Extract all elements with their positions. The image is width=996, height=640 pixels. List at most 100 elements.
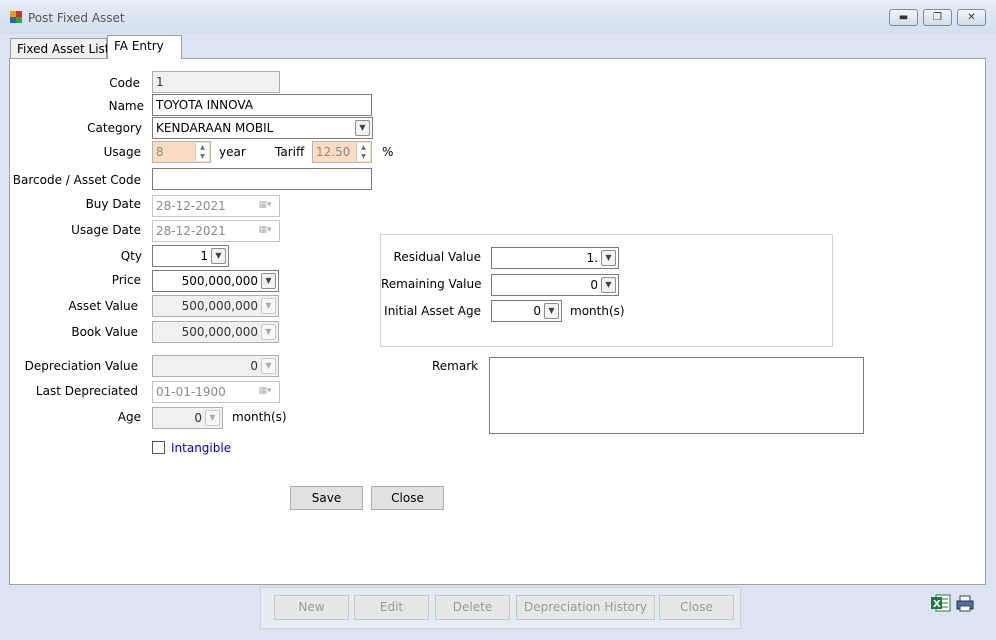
buy-date-label: Buy Date bbox=[85, 197, 141, 211]
name-value: TOYOTA INNOVA bbox=[156, 98, 254, 112]
tariff-label: Tariff bbox=[275, 145, 305, 159]
initial-asset-age-value: 0 bbox=[533, 304, 541, 318]
category-value: KENDARAAN MOBIL bbox=[156, 121, 274, 135]
remaining-value-field[interactable]: 0 ▼ bbox=[491, 274, 619, 296]
spinner-arrows-icon[interactable]: ▲ ▼ bbox=[195, 143, 209, 161]
price-value: 500,000,000 bbox=[181, 274, 258, 288]
chevron-down-icon: ▼ bbox=[261, 298, 276, 314]
asset-value-label: Asset Value bbox=[68, 299, 138, 313]
svg-text:X: X bbox=[933, 599, 941, 610]
chevron-down-icon: ▼ bbox=[205, 410, 220, 426]
initial-asset-age-field[interactable]: 0 ▼ bbox=[491, 300, 562, 322]
last-depreciated-value: 01-01-1900 bbox=[156, 385, 226, 399]
remaining-value-label: Remaining Value bbox=[381, 277, 482, 291]
chevron-down-icon[interactable]: ▼ bbox=[261, 273, 276, 289]
tariff-value: 12.50 bbox=[316, 145, 351, 159]
last-depreciated-picker: 01-01-1900 ▦▾ bbox=[152, 381, 280, 403]
qty-field[interactable]: 1 ▼ bbox=[152, 245, 229, 267]
depreciation-value-label: Depreciation Value bbox=[24, 359, 138, 373]
buy-date-picker[interactable]: 28-12-2021 ▦▾ bbox=[152, 195, 280, 217]
chevron-down-icon[interactable]: ▼ bbox=[601, 250, 616, 266]
calendar-icon: ▦▾ bbox=[258, 225, 272, 235]
qty-value: 1 bbox=[200, 249, 208, 263]
close-icon: ✕ bbox=[967, 12, 976, 23]
window-title: Post Fixed Asset bbox=[28, 11, 125, 25]
minimize-button[interactable]: ▬ bbox=[889, 9, 918, 26]
book-value-label: Book Value bbox=[71, 325, 138, 339]
initial-asset-age-unit: month(s) bbox=[570, 304, 625, 318]
intangible-checkbox[interactable] bbox=[152, 441, 165, 454]
usage-date-value: 28-12-2021 bbox=[156, 224, 226, 238]
depreciation-history-label: Depreciation History bbox=[523, 600, 648, 614]
usage-date-picker[interactable]: 28-12-2021 ▦▾ bbox=[152, 220, 280, 242]
chevron-down-icon[interactable]: ▼ bbox=[601, 277, 616, 293]
usage-date-label: Usage Date bbox=[71, 223, 141, 237]
book-value-field: 500,000,000 ▼ bbox=[152, 321, 279, 343]
barcode-input[interactable] bbox=[152, 168, 372, 190]
usage-unit: year bbox=[219, 145, 246, 159]
residual-group: Residual Value Remaining Value Initial A… bbox=[380, 234, 833, 347]
tab-label: Fixed Asset List bbox=[17, 42, 110, 56]
residual-value-value: 1. bbox=[586, 251, 598, 265]
usage-label: Usage bbox=[103, 145, 141, 159]
buy-date-value: 28-12-2021 bbox=[156, 199, 226, 213]
tariff-unit: % bbox=[382, 145, 394, 159]
toolbar-close-label: Close bbox=[680, 600, 713, 614]
chevron-down-icon[interactable]: ▼ bbox=[544, 303, 559, 319]
new-label: New bbox=[298, 600, 325, 614]
calendar-icon: ▦▾ bbox=[258, 386, 272, 396]
depreciation-history-button[interactable]: Depreciation History bbox=[516, 595, 655, 620]
edit-label: Edit bbox=[379, 600, 404, 614]
save-label: Save bbox=[311, 491, 342, 505]
age-field: 0 ▼ bbox=[152, 407, 223, 429]
toolbar-close-button[interactable]: Close bbox=[659, 595, 734, 620]
bottom-toolbar: New Edit Delete Depreciation History Clo… bbox=[260, 587, 741, 629]
book-value-value: 500,000,000 bbox=[181, 325, 258, 339]
close-label: Close bbox=[391, 491, 424, 505]
tab-label: FA Entry bbox=[114, 39, 164, 53]
depreciation-value-value: 0 bbox=[250, 359, 258, 373]
chevron-down-icon[interactable]: ▼ bbox=[355, 120, 370, 136]
code-label: Code bbox=[109, 76, 140, 90]
age-unit: month(s) bbox=[232, 410, 287, 424]
app-icon bbox=[10, 11, 23, 24]
remark-input[interactable] bbox=[489, 357, 864, 434]
excel-icon[interactable]: X bbox=[930, 593, 952, 613]
remaining-value-value: 0 bbox=[590, 278, 598, 292]
code-field: 1 bbox=[152, 71, 280, 93]
close-button[interactable]: Close bbox=[371, 486, 444, 510]
title-bar: Post Fixed Asset ▬ ❐ ✕ bbox=[0, 0, 996, 34]
category-select[interactable]: KENDARAAN MOBIL ▼ bbox=[152, 117, 373, 139]
tariff-spinner[interactable]: 12.50 ▲ ▼ bbox=[312, 141, 372, 163]
asset-value-value: 500,000,000 bbox=[181, 299, 258, 313]
spinner-arrows-icon[interactable]: ▲ ▼ bbox=[356, 143, 370, 161]
delete-label: Delete bbox=[452, 600, 493, 614]
chevron-down-icon: ▼ bbox=[261, 358, 276, 374]
new-button[interactable]: New bbox=[274, 595, 349, 620]
minimize-icon: ▬ bbox=[898, 12, 909, 23]
residual-value-field[interactable]: 1. ▼ bbox=[491, 247, 619, 269]
code-value: 1 bbox=[156, 75, 164, 89]
qty-label: Qty bbox=[120, 249, 142, 263]
age-label: Age bbox=[117, 410, 141, 424]
save-button[interactable]: Save bbox=[290, 486, 363, 510]
close-window-button[interactable]: ✕ bbox=[957, 9, 986, 26]
tab-fa-entry[interactable]: FA Entry bbox=[107, 35, 182, 59]
usage-value: 8 bbox=[156, 145, 164, 159]
calendar-icon: ▦▾ bbox=[258, 200, 272, 210]
tab-fixed-asset-list[interactable]: Fixed Asset List bbox=[10, 38, 110, 60]
remark-label: Remark bbox=[432, 359, 479, 373]
asset-value-field: 500,000,000 ▼ bbox=[152, 295, 279, 317]
price-field[interactable]: 500,000,000 ▼ bbox=[152, 270, 279, 292]
residual-value-label: Residual Value bbox=[393, 250, 481, 264]
name-field[interactable]: TOYOTA INNOVA bbox=[152, 94, 372, 116]
delete-button[interactable]: Delete bbox=[435, 595, 510, 620]
price-label: Price bbox=[111, 273, 141, 287]
restore-button[interactable]: ❐ bbox=[923, 9, 952, 26]
usage-spinner[interactable]: 8 ▲ ▼ bbox=[152, 141, 211, 163]
chevron-down-icon[interactable]: ▼ bbox=[211, 248, 226, 264]
edit-button[interactable]: Edit bbox=[354, 595, 429, 620]
intangible-label[interactable]: Intangible bbox=[171, 441, 231, 455]
last-depreciated-label: Last Depreciated bbox=[35, 384, 138, 398]
printer-icon[interactable] bbox=[955, 594, 977, 614]
